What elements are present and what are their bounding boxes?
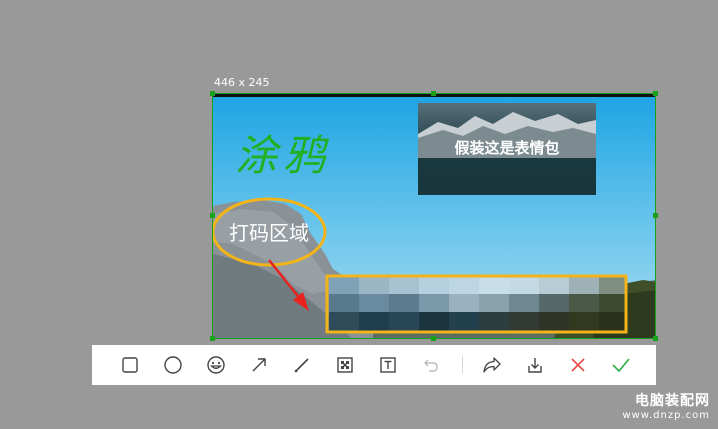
close-icon — [571, 358, 585, 372]
text-icon — [380, 357, 396, 373]
ellipse-tool[interactable] — [160, 353, 186, 377]
text-tool[interactable] — [375, 353, 401, 377]
pen-tool[interactable] — [289, 353, 315, 377]
mosaic-area-label: 打码区域 — [229, 221, 309, 245]
resize-handle-bottom[interactable] — [431, 336, 436, 341]
capture-area[interactable]: 假装这是表情包 涂鸦 打码区域 — [212, 93, 656, 339]
rectangle-icon — [122, 357, 138, 373]
selection-size-label: 446 x 245 — [214, 76, 270, 89]
undo-icon — [424, 359, 438, 372]
doodle-text: 涂鸦 — [235, 131, 331, 180]
share-icon — [483, 357, 501, 373]
rectangle-tool[interactable] — [117, 353, 143, 377]
resize-handle-top-right[interactable] — [653, 91, 658, 96]
resize-handle-bottom-left[interactable] — [210, 336, 215, 341]
watermark-url: www.dnzp.com — [622, 410, 710, 421]
screenshot-canvas: 假装这是表情包 涂鸦 打码区域 — [213, 94, 655, 338]
resize-handle-top[interactable] — [431, 91, 436, 96]
screenshot-toolbar — [92, 345, 656, 385]
watermark-name: 电脑装配网 — [635, 393, 710, 409]
share-tool[interactable] — [479, 353, 505, 377]
check-icon — [612, 358, 630, 373]
watermark: 电脑装配网 www.dnzp.com — [622, 390, 710, 421]
mosaic-region — [329, 276, 626, 331]
pen-icon — [294, 358, 309, 373]
mosaic-tool[interactable] — [332, 353, 358, 377]
resize-handle-top-left[interactable] — [210, 91, 215, 96]
arrow-icon — [252, 358, 266, 372]
arrow-tool[interactable] — [246, 353, 272, 377]
emoji-tool[interactable] — [203, 353, 229, 377]
toolbar-separator — [462, 356, 463, 374]
save-tool[interactable] — [522, 353, 548, 377]
resize-handle-bottom-right[interactable] — [653, 336, 658, 341]
download-icon — [528, 358, 542, 373]
mosaic-icon — [337, 357, 353, 373]
smiley-icon — [207, 356, 225, 374]
cancel-tool[interactable] — [565, 353, 591, 377]
resize-handle-left[interactable] — [210, 213, 215, 218]
undo-tool[interactable] — [418, 353, 444, 377]
resize-handle-right[interactable] — [653, 213, 658, 218]
confirm-tool[interactable] — [608, 353, 634, 377]
circle-icon — [164, 356, 182, 374]
sticker-image: 假装这是表情包 — [418, 103, 596, 195]
sticker-caption: 假装这是表情包 — [454, 139, 559, 157]
